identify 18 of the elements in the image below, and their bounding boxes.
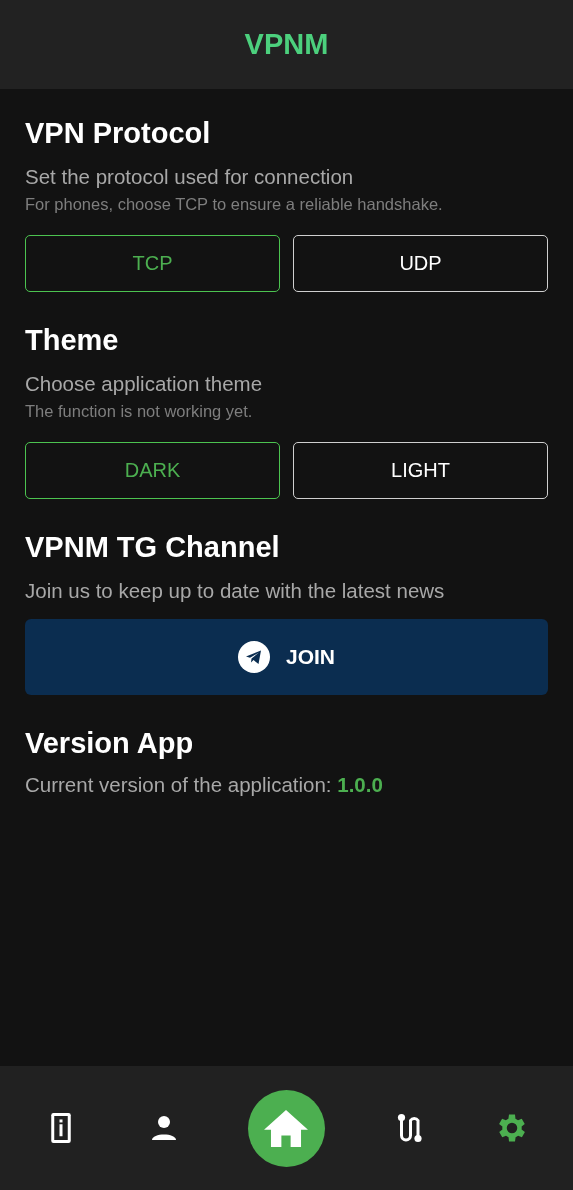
option-button[interactable]: LIGHT (293, 442, 548, 499)
version-text: Current version of the application: 1.0.0 (25, 772, 384, 798)
section-hint: For phones, choose TCP to ensure a reliable handshake. (25, 194, 444, 215)
section-title: VPNM TG Channel (25, 530, 281, 565)
section-subtitle: Set the protocol used for connection (25, 164, 355, 190)
option-button[interactable]: DARK (25, 442, 280, 499)
paper-plane-icon (238, 641, 270, 673)
join-button[interactable]: JOIN (25, 619, 548, 695)
option-button[interactable]: UDP (293, 235, 548, 292)
app-title: VPNM (244, 28, 329, 61)
home-icon (264, 1109, 309, 1147)
section-subtitle: Join us to keep up to date with the latest news (25, 578, 446, 604)
section-hint: The function is not working yet. (25, 401, 254, 422)
option-button[interactable]: TCP (25, 235, 280, 292)
section-title: Version App (25, 726, 195, 761)
section-subtitle: Choose application theme (25, 371, 264, 397)
section-title: Theme (25, 323, 120, 358)
section-title: VPN Protocol (25, 116, 212, 151)
